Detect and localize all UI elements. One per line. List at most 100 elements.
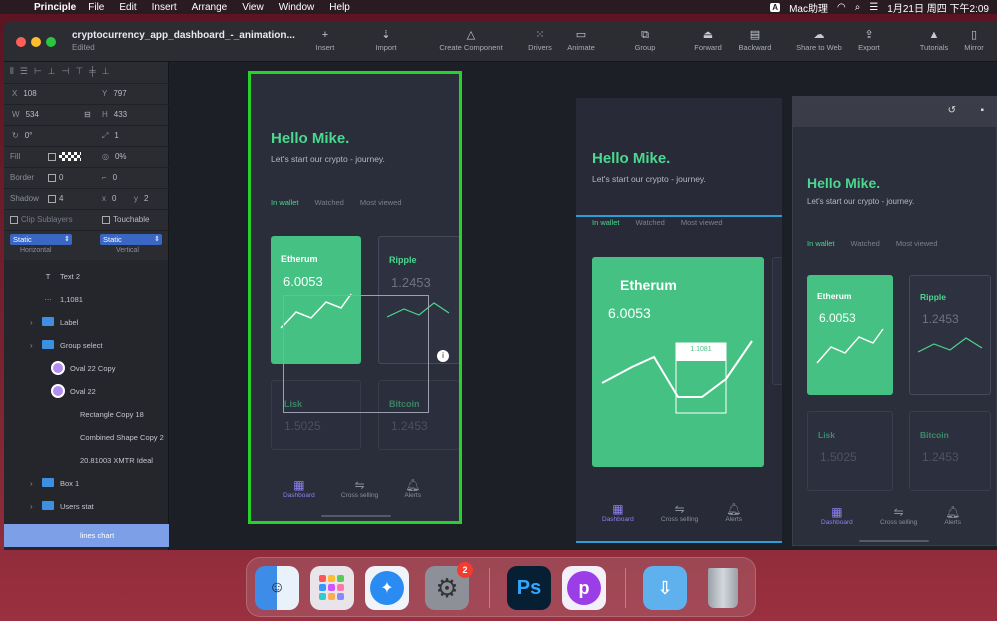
clip-sublayers-checkbox[interactable] xyxy=(10,215,18,224)
system-preferences-icon[interactable]: ⚙ 2 xyxy=(425,562,473,610)
tutorials-button[interactable]: ▲ Tutorials xyxy=(920,28,948,52)
nav-cross-selling[interactable]: ⇋ Cross selling xyxy=(880,505,917,526)
y-field[interactable]: 797 xyxy=(113,89,126,98)
close-window-button[interactable] xyxy=(16,37,26,47)
share-to-web-button[interactable]: ☁ Share to Web xyxy=(796,28,842,52)
layer-row-selected[interactable]: lines chart xyxy=(4,524,169,547)
shadow-y-field[interactable]: 2 xyxy=(144,194,148,203)
menu-edit[interactable]: Edit xyxy=(119,2,136,13)
nav-dashboard[interactable]: ▦ Dashboard xyxy=(821,505,853,526)
tab-in-wallet[interactable]: In wallet xyxy=(271,198,299,207)
card-ripple[interactable]: Ripple 1.2453 xyxy=(909,275,991,395)
canvas[interactable]: Hello Mike. Let's start our crypto - jou… xyxy=(170,63,997,550)
menu-window[interactable]: Window xyxy=(279,2,315,13)
nav-cross-selling[interactable]: ⇋ Cross selling xyxy=(661,502,698,523)
layer-row[interactable]: ⋯ 1,1081 xyxy=(4,288,169,311)
horizontal-sizing-select[interactable]: Static xyxy=(10,234,72,245)
insert-button[interactable]: + Insert xyxy=(316,28,335,52)
fill-opacity-field[interactable]: 0% xyxy=(115,152,127,161)
record-video-icon[interactable]: ▪ xyxy=(980,105,984,116)
menu-arrange[interactable]: Arrange xyxy=(192,2,228,13)
height-field[interactable]: 433 xyxy=(114,110,127,119)
chevron-right-icon[interactable]: › xyxy=(30,318,40,327)
wifi-icon[interactable]: ◠ xyxy=(837,2,846,13)
tab-in-wallet[interactable]: In wallet xyxy=(807,239,835,248)
layer-row[interactable]: T Text 2 xyxy=(4,265,169,288)
menu-help[interactable]: Help xyxy=(329,2,350,13)
menu-view[interactable]: View xyxy=(242,2,264,13)
animate-button[interactable]: ▭ Animate xyxy=(567,28,595,52)
align-right-icon[interactable]: ⊣ xyxy=(62,66,70,77)
nav-alerts[interactable]: 🔔︎ Alerts xyxy=(725,502,742,523)
layer-row[interactable]: › Group select xyxy=(4,334,169,357)
principle-app-icon[interactable]: p xyxy=(562,566,606,610)
layer-row[interactable]: › Users stat xyxy=(4,495,169,518)
tab-most-viewed[interactable]: Most viewed xyxy=(896,239,938,248)
forward-button[interactable]: ⏏ Forward xyxy=(694,28,722,52)
border-width-field[interactable]: 0 xyxy=(59,173,63,182)
layer-row[interactable]: › Label xyxy=(4,311,169,334)
trash-icon[interactable] xyxy=(701,566,745,610)
card-lisk[interactable]: Lisk 1.5025 xyxy=(807,411,893,491)
menu-insert[interactable]: Insert xyxy=(152,2,177,13)
tab-watched[interactable]: Watched xyxy=(315,198,344,207)
preview-window[interactable]: ↺ ▪ Hello Mike. Let's start our crypto -… xyxy=(792,96,997,546)
info-icon[interactable]: i xyxy=(437,350,449,362)
nav-dashboard[interactable]: ▦ Dashboard xyxy=(602,502,634,523)
distribute-horizontal-icon[interactable]: ⫴ xyxy=(10,66,14,77)
selection-bounding-box[interactable] xyxy=(283,295,429,413)
layer-row[interactable]: Combined Shape Copy 2 xyxy=(4,426,169,449)
menu-file[interactable]: File xyxy=(88,2,104,13)
nav-alerts[interactable]: 🔔︎ Alerts xyxy=(944,505,961,526)
align-center-icon[interactable]: ⊥ xyxy=(48,66,56,77)
card-etherum-expanded[interactable]: Etherum 6.0053 1.1081 xyxy=(592,257,764,467)
layer-row[interactable]: › Box 1 xyxy=(4,472,169,495)
shadow-blur-field[interactable]: 4 xyxy=(59,194,63,203)
zoom-window-button[interactable] xyxy=(46,37,56,47)
card-bitcoin[interactable]: Bitcoin 1.2453 xyxy=(909,411,991,491)
mirror-button[interactable]: ▯ Mirror xyxy=(964,28,984,52)
fill-mode-icon[interactable] xyxy=(48,152,56,161)
downloads-folder-icon[interactable]: ⇩ xyxy=(643,566,687,610)
safari-icon[interactable]: ✦ xyxy=(365,566,409,610)
nav-dashboard[interactable]: ▦ Dashboard xyxy=(283,478,315,499)
drivers-button[interactable]: ⁙ Drivers xyxy=(528,28,552,52)
layer-row[interactable]: Oval 22 Copy xyxy=(4,357,169,380)
align-top-icon[interactable]: ⊤ xyxy=(75,66,83,77)
lock-icon[interactable]: ⊟ xyxy=(84,110,91,119)
input-source-badge[interactable]: A xyxy=(770,2,781,12)
control-center-icon[interactable]: ☰ xyxy=(869,2,878,13)
card-etherum[interactable]: Etherum 6.0053 xyxy=(807,275,893,395)
layer-row[interactable]: Rectangle Copy 18 xyxy=(4,403,169,426)
border-color-swatch[interactable] xyxy=(48,173,56,182)
artboard-animation[interactable]: Hello Mike. Let's start our crypto - jou… xyxy=(576,98,782,543)
layer-row[interactable]: Oval 22 xyxy=(4,380,169,403)
shadow-x-field[interactable]: 0 xyxy=(112,194,116,203)
chevron-right-icon[interactable]: › xyxy=(30,341,40,350)
distribute-vertical-icon[interactable]: ☰ xyxy=(20,66,28,77)
shadow-color-swatch[interactable] xyxy=(48,194,56,203)
touchable-checkbox[interactable] xyxy=(102,215,110,224)
x-field[interactable]: 108 xyxy=(23,89,36,98)
assistant-menu[interactable]: Mac助理 xyxy=(789,0,828,15)
chevron-right-icon[interactable]: › xyxy=(30,479,40,488)
layer-row[interactable]: 20.81003 XMTR Ideal xyxy=(4,449,169,472)
align-bottom-icon[interactable]: ⊥ xyxy=(102,66,110,77)
reset-icon[interactable]: ↺ xyxy=(948,105,956,116)
opacity-field[interactable]: 1 xyxy=(114,131,118,140)
tab-watched[interactable]: Watched xyxy=(851,239,880,248)
nav-cross-selling[interactable]: ⇋ Cross selling xyxy=(341,478,378,499)
group-button[interactable]: ⧉ Group xyxy=(635,28,656,52)
tab-most-viewed[interactable]: Most viewed xyxy=(360,198,402,207)
nav-alerts[interactable]: 🔔︎ Alerts xyxy=(404,478,421,499)
search-icon[interactable]: ⌕ xyxy=(855,2,861,13)
photoshop-icon[interactable]: Ps xyxy=(507,566,551,610)
width-field[interactable]: 534 xyxy=(26,110,39,119)
align-left-icon[interactable]: ⊢ xyxy=(34,66,42,77)
import-button[interactable]: ⇣ Import xyxy=(375,28,396,52)
corner-radius-field[interactable]: 0 xyxy=(113,173,117,182)
finder-icon[interactable]: ☺ xyxy=(255,566,299,610)
export-button[interactable]: ⇪ Export xyxy=(858,28,880,52)
rotation-field[interactable]: 0° xyxy=(25,131,33,140)
artboard-dashboard[interactable]: Hello Mike. Let's start our crypto - jou… xyxy=(248,71,462,524)
